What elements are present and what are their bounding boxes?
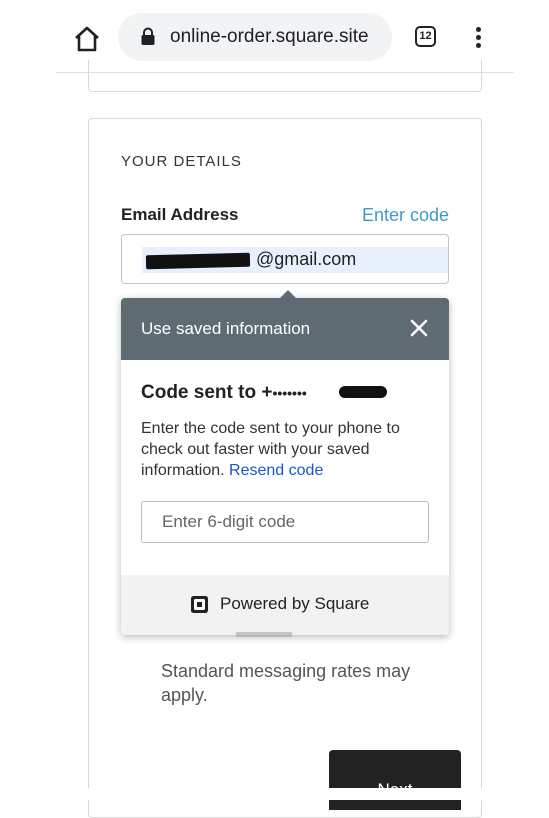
square-logo-icon [191,596,208,613]
tab-switcher-button[interactable]: 12 [415,26,436,47]
previous-section-card [88,60,482,92]
home-icon[interactable] [72,24,102,54]
saved-info-popup: Use saved information Code sent to +••••… [121,290,449,635]
powered-by-text: Powered by Square [220,594,370,613]
redaction-mark [145,252,251,270]
email-label: Email Address [121,205,239,224]
url-text: online-order.square.site [170,26,369,47]
close-icon[interactable] [409,318,429,338]
code-input[interactable] [141,501,429,543]
enter-code-link[interactable]: Enter code [362,205,449,226]
more-options-icon[interactable] [470,24,486,52]
instructions-text: Enter the code sent to your phone to che… [141,418,433,481]
lock-icon [140,27,156,47]
popup-header: Use saved information [121,298,449,360]
resend-code-link[interactable]: Resend code [229,462,323,479]
obscured-text [236,632,296,637]
section-heading: YOUR DETAILS [121,153,242,170]
masked-phone: ••••••• [272,385,307,401]
email-value: @gmail.com [256,249,357,269]
next-button[interactable]: Next [329,750,461,810]
address-bar[interactable]: online-order.square.site [118,13,392,61]
code-sent-prefix: Code sent to + [141,382,273,403]
popup-footer: Powered by Square [121,575,449,635]
viewport-bottom [0,788,549,800]
email-field[interactable]: @gmail.com [121,234,449,284]
messaging-rates-note: Standard messaging rates may apply. [161,661,411,705]
popup-title: Use saved information [141,319,311,338]
redaction-mark [339,386,387,398]
code-sent-heading: Code sent to +••••••• [141,382,307,404]
